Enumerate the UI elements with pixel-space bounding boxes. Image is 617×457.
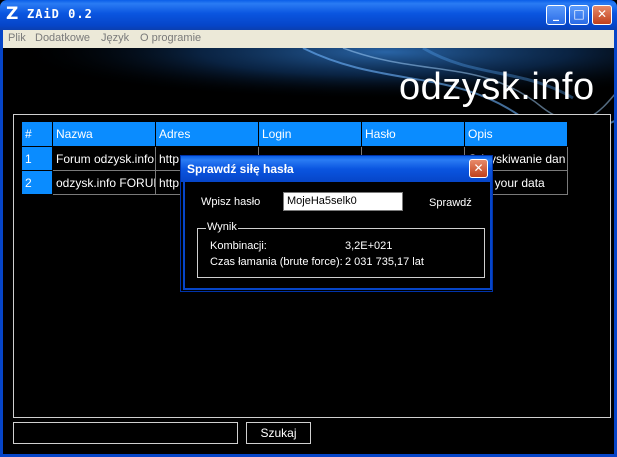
- app-logo-icon: Z: [6, 4, 19, 24]
- maximize-button[interactable]: □: [569, 5, 589, 25]
- combinations-label: Kombinacji:: [210, 240, 267, 252]
- search-input[interactable]: [13, 422, 238, 444]
- time-value: 2 031 735,17 lat: [345, 256, 424, 268]
- brand-logo: odzysk.info: [399, 66, 595, 108]
- window-title: ZAiD 0.2: [27, 7, 93, 21]
- menu-jezyk[interactable]: Język: [101, 32, 129, 44]
- col-haslo[interactable]: Hasło: [361, 121, 465, 147]
- search-button[interactable]: Szukaj: [246, 422, 311, 444]
- result-legend: Wynik: [206, 221, 238, 233]
- dialog-close-button[interactable]: ✕: [469, 159, 488, 178]
- menu-bar: Plik Dodatkowe Język O programie: [0, 30, 617, 48]
- password-label: Wpisz hasło: [201, 196, 261, 208]
- result-group: Wynik Kombinacji: 3,2E+021 Czas łamania …: [197, 221, 485, 278]
- minimize-button[interactable]: _: [546, 5, 566, 25]
- dialog-title-bar[interactable]: Sprawdź siłę hasła ✕: [181, 156, 492, 182]
- col-nazwa[interactable]: Nazwa: [52, 121, 156, 147]
- col-opis[interactable]: Opis: [464, 121, 568, 147]
- col-adres[interactable]: Adres: [155, 121, 259, 147]
- col-login[interactable]: Login: [258, 121, 362, 147]
- col-index[interactable]: #: [21, 121, 53, 147]
- menu-dodatkowe[interactable]: Dodatkowe: [35, 32, 90, 44]
- password-strength-dialog: Sprawdź siłę hasła ✕ Wpisz hasło MojeHa5…: [180, 155, 493, 292]
- dialog-title: Sprawdź siłę hasła: [187, 162, 294, 176]
- menu-plik[interactable]: Plik: [8, 32, 26, 44]
- cell-nazwa[interactable]: odzysk.info FORUM: [52, 170, 156, 195]
- title-bar[interactable]: Z ZAiD 0.2 _ □ ✕: [0, 0, 617, 30]
- check-button[interactable]: Sprawdź: [429, 197, 472, 209]
- cell-index: 2: [21, 170, 53, 195]
- cell-index: 1: [21, 146, 53, 171]
- password-input[interactable]: MojeHa5selk0: [283, 192, 403, 211]
- close-button[interactable]: ✕: [592, 5, 612, 25]
- combinations-value: 3,2E+021: [345, 240, 393, 252]
- cell-nazwa[interactable]: Forum odzysk.info: [52, 146, 156, 171]
- table-header-row: # Nazwa Adres Login Hasło Opis: [21, 121, 568, 147]
- dialog-body: Wpisz hasło MojeHa5selk0 Sprawdź Wynik K…: [183, 182, 492, 290]
- menu-o-programie[interactable]: O programie: [140, 32, 201, 44]
- time-label: Czas łamania (brute force):: [210, 256, 343, 268]
